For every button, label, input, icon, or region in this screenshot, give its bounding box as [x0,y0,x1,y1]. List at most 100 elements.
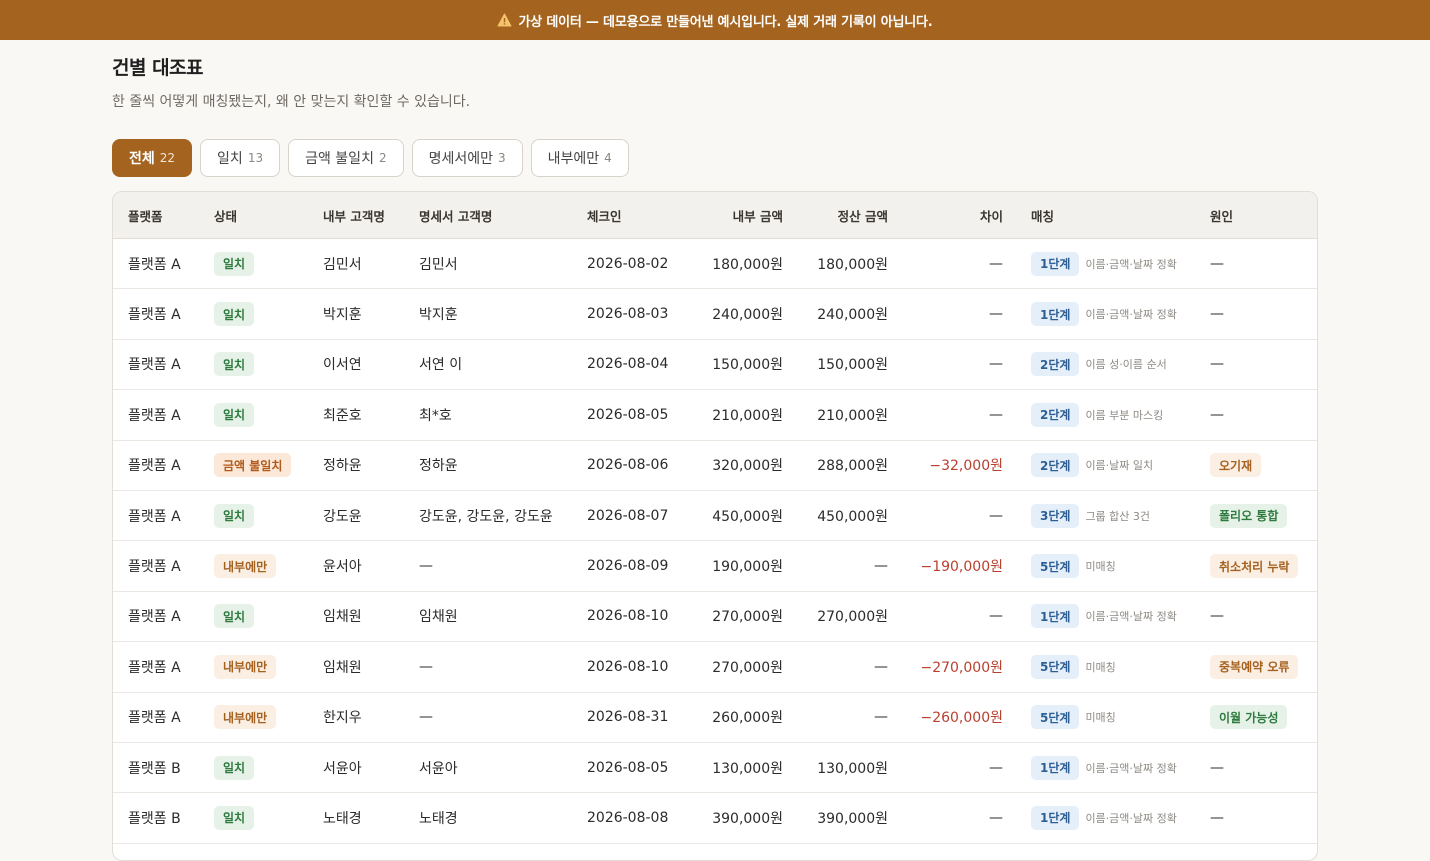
table-row[interactable]: 플랫폼 B 일치 서윤아 서윤아 2026-08-05 130,000원 130,000원 —… [113,743,1317,794]
cell-internal-amount: 150,000원 [712,357,783,374]
cell-platform: 플랫폼 A [128,357,181,374]
cell-match: 2단계 이름·날짜 일치 [1031,441,1153,490]
cell-platform: 플랫폼 A [128,710,181,727]
header-internal-name[interactable]: 내부 고객명 [323,192,385,238]
status-badge: 내부에만 [214,654,277,679]
header-settled-amount[interactable]: 정산 금액 [793,192,888,238]
header-diff[interactable]: 차이 [903,192,1003,238]
table-row[interactable]: 플랫폼 A 내부에만 한지우 — 2026-08-31 260,000원 — −260,000… [113,693,1317,743]
cell-statement-name: — [419,658,433,675]
cell-statement-name: — [419,709,433,726]
cause-badge: 이월 가능성 [1210,705,1288,730]
header-checkin[interactable]: 체크인 [587,192,622,238]
status-badge: 일치 [214,805,255,830]
header-match[interactable]: 매칭 [1031,192,1054,238]
cell-checkin: 2026-08-10 [587,608,669,625]
cause-empty: — [1210,306,1224,323]
cell-diff: −260,000원 [920,710,1003,727]
cell-internal-name: 박지훈 [323,307,362,324]
cell-settled-amount: 210,000원 [817,407,888,424]
cause-badge: 오기재 [1210,453,1262,478]
filter-tab[interactable]: 명세서에만 3 [411,139,523,177]
cell-diff: −270,000원 [920,659,1003,676]
cell-checkin: 2026-08-31 [587,709,669,726]
stage-badge: 1단계 [1031,604,1080,629]
cell-internal-name: 정하윤 [323,458,362,475]
cell-settled-amount: 130,000원 [817,760,888,777]
stage-badge: 1단계 [1031,805,1080,830]
match-description: 미매칭 [1085,711,1116,725]
cell-match: 1단계 이름·금액·날짜 정확 [1031,289,1177,338]
cell-settled-amount: 288,000원 [817,458,888,475]
cell-status: 일치 [214,793,255,842]
table-row[interactable]: 플랫폼 A 내부에만 윤서아 — 2026-08-09 190,000원 — −190,000… [113,541,1317,592]
cell-status: 금액 불일치 [214,441,292,490]
cell-platform: 플랫폼 A [128,307,181,324]
table-row[interactable]: 플랫폼 A 내부에만 임채원 — 2026-08-10 270,000원 — −270,000… [113,642,1317,693]
cell-statement-name: 최*호 [419,407,452,424]
filter-tab[interactable]: 내부에만 4 [530,139,629,177]
cell-checkin: 2026-08-02 [587,255,669,272]
header-statement-name[interactable]: 명세서 고객명 [419,192,492,238]
cell-settled-amount: 240,000원 [817,307,888,324]
stage-badge: 5단계 [1031,705,1080,730]
cell-status: 일치 [214,340,255,389]
match-description: 이름·금액·날짜 정확 [1085,761,1177,775]
stage-badge: 1단계 [1031,302,1080,327]
tab-label: 금액 불일치 [305,151,374,167]
header-internal-amount[interactable]: 내부 금액 [683,192,783,238]
table-row[interactable]: 플랫폼 A 일치 박지훈 박지훈 2026-08-03 240,000원 240,000원 —… [113,289,1317,340]
table-row[interactable]: 플랫폼 A 금액 불일치 정하윤 정하윤 2026-08-06 320,000원 288,0… [113,441,1317,491]
status-badge: 일치 [214,352,255,377]
table-row[interactable]: 플랫폼 B 일치 노태경 노태경 2026-08-08 390,000원 390,000원 —… [113,793,1317,844]
cell-status: 일치 [214,390,255,439]
tab-label: 명세서에만 [428,151,493,167]
cause-badge: 중복예약 오류 [1210,654,1299,679]
cell-diff: −190,000원 [920,559,1003,576]
cell-platform: 플랫폼 A [128,458,181,475]
table-row[interactable]: 플랫폼 A 일치 김민서 김민서 2026-08-02 180,000원 180,000원 —… [113,239,1317,290]
stage-badge: 1단계 [1031,755,1080,780]
table-row[interactable]: 플랫폼 A 일치 최준호 최*호 2026-08-05 210,000원 210,000원 —… [113,390,1317,441]
filter-tab[interactable]: 일치 13 [200,139,281,177]
table-row[interactable]: 플랫폼 A 일치 이서연 서연 이 2026-08-04 150,000원 150,000원… [113,340,1317,391]
cell-cause: — [1210,743,1224,792]
status-badge: 일치 [214,302,255,327]
table-row[interactable]: 플랫폼 A 일치 강도윤 강도윤, 강도윤, 강도윤 2026-08-07 450,000… [113,491,1317,542]
match-description: 이름·금액·날짜 정확 [1085,610,1177,624]
cell-match: 5단계 미매칭 [1031,693,1116,742]
status-badge: 일치 [214,251,255,276]
cell-checkin: 2026-08-07 [587,507,669,524]
status-badge: 일치 [214,755,255,780]
filter-tab[interactable]: 전체 22 [112,139,193,177]
cell-internal-amount: 240,000원 [712,307,783,324]
cell-diff: — [989,306,1003,323]
page-title: 건별 대조표 [112,57,204,79]
cell-internal-amount: 260,000원 [712,710,783,727]
cell-match: 1단계 이름·금액·날짜 정확 [1031,592,1177,641]
stage-badge: 2단계 [1031,352,1080,377]
cell-match: 1단계 이름·금액·날짜 정확 [1031,239,1177,288]
cell-platform: 플랫폼 B [128,810,181,827]
cause-badge: 취소처리 누락 [1210,554,1299,579]
table-row[interactable]: 플랫폼 A 일치 임채원 임채원 2026-08-10 270,000원 270,000원 —… [113,592,1317,643]
cell-statement-name: 서연 이 [419,357,463,374]
header-cause[interactable]: 원인 [1210,192,1233,238]
banner-text: 가상 데이터 — 데모용으로 만들어낸 예시입니다. 실제 거래 기록이 아닙니… [518,14,933,30]
cell-internal-amount: 190,000원 [712,559,783,576]
cell-checkin: 2026-08-09 [587,558,669,575]
match-description: 이름 부분 마스킹 [1085,408,1164,422]
header-status[interactable]: 상태 [214,192,237,238]
cell-internal-amount: 390,000원 [712,810,783,827]
cell-internal-amount: 270,000원 [712,609,783,626]
cell-internal-amount: 270,000원 [712,659,783,676]
cell-checkin: 2026-08-08 [587,809,669,826]
cell-internal-name: 강도윤 [323,508,362,525]
status-badge: 일치 [214,503,255,528]
tab-count: 13 [247,151,264,165]
filter-tab[interactable]: 금액 불일치 2 [288,139,404,177]
tab-label: 전체 [129,151,155,167]
cell-internal-amount: 210,000원 [712,407,783,424]
cell-internal-name: 이서연 [323,357,362,374]
header-platform[interactable]: 플랫폼 [128,192,163,238]
